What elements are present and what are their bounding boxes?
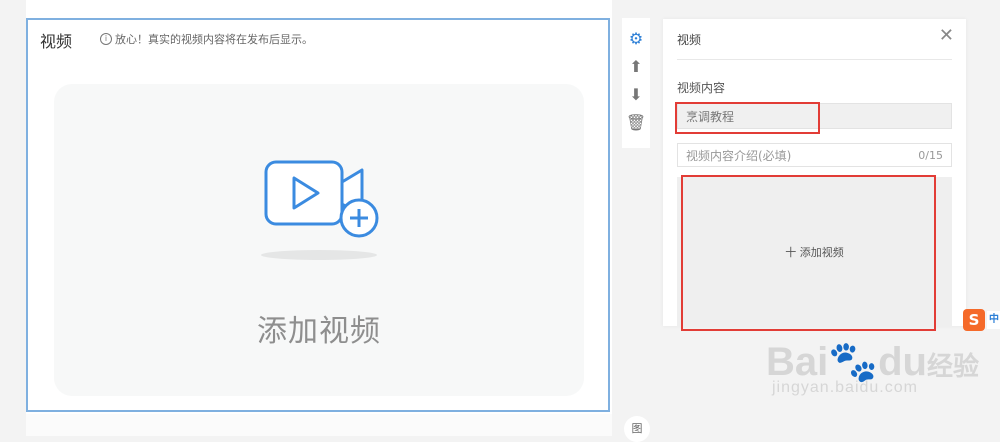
sogou-ime-badge[interactable]: S 中 xyxy=(963,308,1000,332)
block-hint: i 放心！真实的视频内容将在发布后显示。 xyxy=(100,31,313,47)
panel-divider xyxy=(677,59,952,60)
add-video-label: 添加视频 xyxy=(257,314,381,349)
info-icon: i xyxy=(100,33,112,45)
block-hint-text: 放心！真实的视频内容将在发布后显示。 xyxy=(115,33,313,46)
delete-button[interactable]: 🗑 xyxy=(626,110,646,134)
close-icon[interactable]: ✕ xyxy=(939,25,954,46)
video-content-label: 视频内容 xyxy=(677,81,726,95)
paw-icon: 🐾 xyxy=(828,340,879,384)
video-title-input[interactable] xyxy=(677,103,952,129)
sogou-logo-icon: S xyxy=(963,309,985,331)
move-down-button[interactable]: ⬇ xyxy=(626,82,646,106)
sogou-mode-tab: 中 xyxy=(987,311,1000,329)
trash-icon: 🗑 xyxy=(625,112,647,132)
block-toolbar: ⚙ ⬆ ⬇ 🗑 xyxy=(622,18,650,148)
description-char-count: 0/15 xyxy=(918,148,943,162)
block-title: 视频 xyxy=(40,32,73,51)
canvas-next-block xyxy=(26,414,612,436)
watermark-line1: Bai🐾du经验 xyxy=(766,340,979,384)
description-placeholder: 视频内容介绍(必填) xyxy=(686,148,792,163)
add-video-placeholder[interactable]: 添加视频 xyxy=(54,84,584,396)
video-settings-panel: 视频 ✕ 视频内容 视频内容介绍(必填) 0/15 十 添加视频 xyxy=(663,19,966,327)
arrow-down-icon: ⬇ xyxy=(629,84,643,104)
gear-icon: ⚙ xyxy=(628,28,644,48)
video-add-icon xyxy=(264,160,379,238)
move-up-button[interactable]: ⬆ xyxy=(626,54,646,78)
video-description-input[interactable]: 视频内容介绍(必填) 0/15 xyxy=(677,143,952,167)
panel-header: 视频 xyxy=(677,33,702,47)
arrow-up-icon: ⬆ xyxy=(629,56,643,76)
baidu-watermark: Bai🐾du经验 jingyan.baidu.com xyxy=(766,338,979,397)
image-button[interactable]: 图 xyxy=(624,416,650,442)
settings-button[interactable]: ⚙ xyxy=(626,26,646,50)
video-block[interactable]: 视频 i 放心！真实的视频内容将在发布后显示。 添加视频 xyxy=(26,18,610,412)
icon-shadow xyxy=(261,250,377,260)
upload-video-label: 十 添加视频 xyxy=(785,246,844,259)
upload-video-button[interactable]: 十 添加视频 xyxy=(677,177,952,327)
